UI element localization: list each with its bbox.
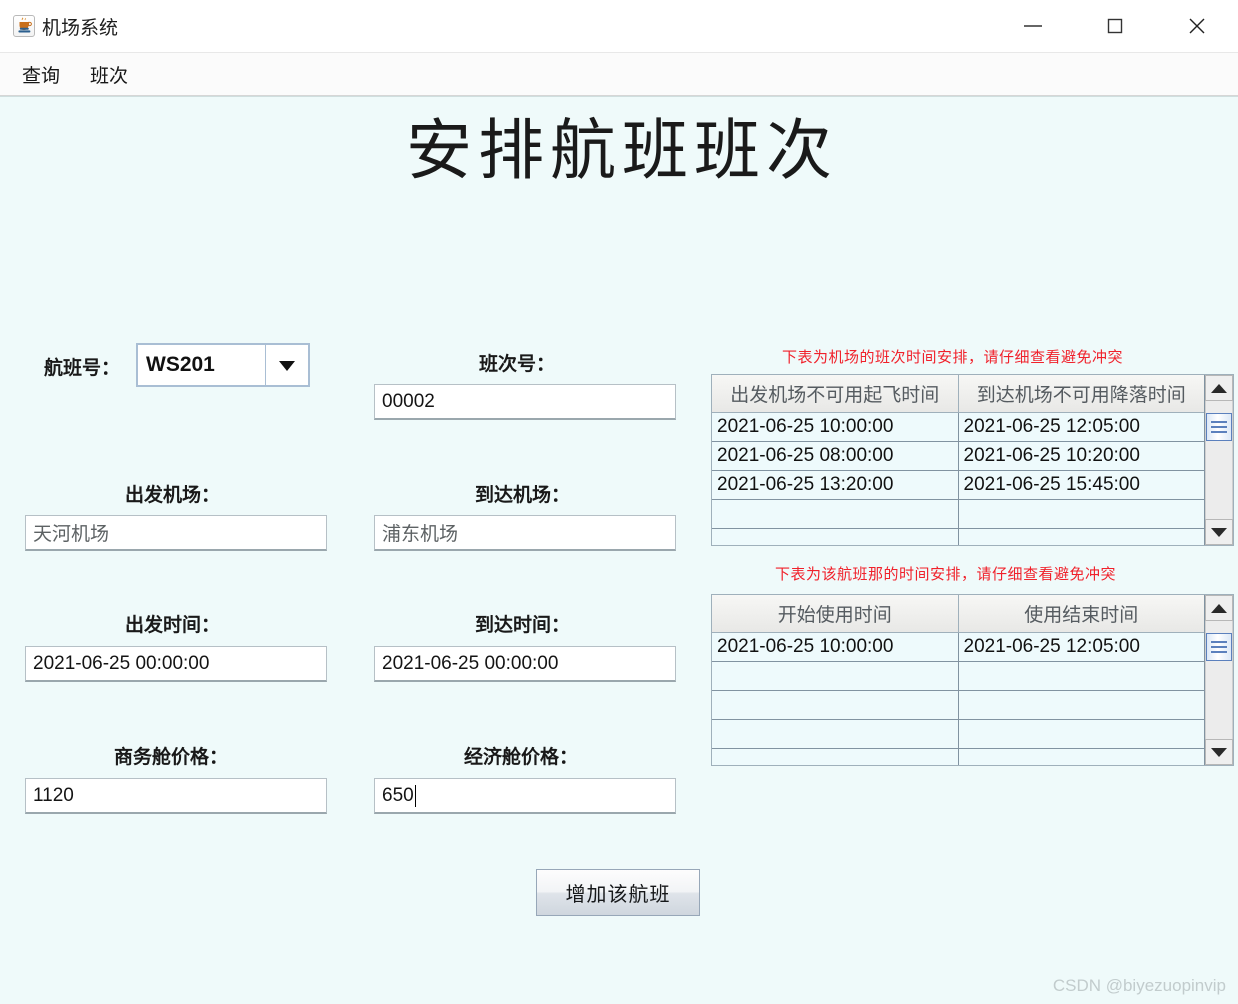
add-flight-button[interactable]: 增加该航班 [536,869,700,916]
airport-table-scrollbar[interactable] [1204,375,1233,545]
business-price-input[interactable]: 1120 [25,778,327,814]
flight-no-combobox[interactable]: WS201 [136,343,310,387]
cell-departure-unavailable: 2021-06-25 13:20:00 [712,471,959,500]
column-header-use-start[interactable]: 开始使用时间 [712,595,959,633]
flight-schedule-table-header: 开始使用时间 使用结束时间 [712,595,1204,633]
title-bar-left: 机场系统 [0,13,118,40]
scrollbar-grip-line [1211,646,1227,648]
triangle-up-icon[interactable] [1205,375,1233,401]
departure-airport-label: 出发机场： [125,480,220,507]
cell-use-start [712,720,959,749]
schedule-no-input[interactable]: 00002 [374,384,676,420]
cell-arrival-unavailable: 2021-06-25 15:45:00 [959,471,1205,500]
cell-arrival-unavailable: 2021-06-25 12:05:00 [959,413,1205,442]
scrollbar-thumb[interactable] [1206,413,1232,441]
cell-use-start [712,662,959,691]
window-title: 机场系统 [42,13,118,40]
scrollbar-grip-line [1211,426,1227,428]
table-row[interactable] [712,720,1204,749]
main-content: 安排航班班次 航班号： WS201 班次号： 00002 出发机场： 天河机场 … [0,96,1238,1004]
flight-schedule-table[interactable]: 开始使用时间 使用结束时间 2021-06-25 10:00:00 2021-0… [711,594,1234,766]
table-row[interactable] [712,749,1204,766]
java-coffee-cup-icon [13,15,35,37]
economy-price-input[interactable]: 650 [374,778,676,814]
table-row[interactable] [712,500,1204,529]
cell-use-end: 2021-06-25 12:05:00 [959,633,1205,662]
cell-use-end [959,691,1205,720]
cell-arrival-unavailable: 2021-06-25 10:20:00 [959,442,1205,471]
minimize-button[interactable] [992,0,1074,52]
arrival-time-input[interactable]: 2021-06-25 00:00:00 [374,646,676,682]
table-row[interactable] [712,662,1204,691]
scrollbar-grip-line [1211,431,1227,433]
maximize-button[interactable] [1074,0,1156,52]
menu-item-query[interactable]: 查询 [11,58,71,91]
scrollbar-track[interactable] [1205,401,1233,519]
table-row[interactable]: 2021-06-25 13:20:00 2021-06-25 15:45:00 [712,471,1204,500]
cell-use-start [712,749,959,766]
cell-departure-unavailable [712,500,959,529]
table-row[interactable] [712,691,1204,720]
triangle-up-icon[interactable] [1205,595,1233,621]
triangle-down-icon[interactable] [1205,519,1233,545]
table-row[interactable]: 2021-06-25 10:00:00 2021-06-25 12:05:00 [712,413,1204,442]
page-title: 安排航班班次 [0,115,1238,188]
airport-schedule-table-body: 出发机场不可用起飞时间 到达机场不可用降落时间 2021-06-25 10:00… [712,375,1204,545]
departure-time-input[interactable]: 2021-06-25 00:00:00 [25,646,327,682]
column-header-use-end[interactable]: 使用结束时间 [959,595,1205,633]
scrollbar-grip-line [1211,651,1227,653]
column-header-arrival-unavailable[interactable]: 到达机场不可用降落时间 [959,375,1205,413]
cell-departure-unavailable: 2021-06-25 08:00:00 [712,442,959,471]
scrollbar-grip-line [1211,421,1227,423]
scrollbar-grip-line [1211,641,1227,643]
flight-schedule-table-body: 开始使用时间 使用结束时间 2021-06-25 10:00:00 2021-0… [712,595,1204,765]
text-caret [415,785,416,807]
cell-arrival-unavailable [959,529,1205,546]
application-window: 机场系统 查询 班次 安排航班班次 航班号： WS201 [0,0,1238,1004]
cell-departure-unavailable: 2021-06-25 10:00:00 [712,413,959,442]
close-button[interactable] [1156,0,1238,52]
arrival-airport-input[interactable]: 浦东机场 [374,515,676,551]
departure-time-label: 出发时间： [125,610,220,637]
table-row[interactable]: 2021-06-25 10:00:00 2021-06-25 12:05:00 [712,633,1204,662]
cell-use-start [712,691,959,720]
schedule-no-label: 班次号： [479,349,555,376]
menu-item-schedule[interactable]: 班次 [79,58,139,91]
business-price-label: 商务舱价格： [114,742,228,769]
arrival-time-label: 到达时间： [475,610,570,637]
scrollbar-thumb[interactable] [1206,633,1232,661]
flight-table-hint: 下表为该航班那的时间安排，请仔细查看避免冲突 [775,563,1116,584]
economy-price-value: 650 [382,785,414,807]
cell-departure-unavailable [712,529,959,546]
cell-use-end [959,720,1205,749]
menu-bar: 查询 班次 [0,53,1238,96]
departure-airport-input[interactable]: 天河机场 [25,515,327,551]
cell-use-end [959,749,1205,766]
cell-use-end [959,662,1205,691]
flight-no-label: 航班号： [44,353,120,380]
table-row[interactable]: 2021-06-25 08:00:00 2021-06-25 10:20:00 [712,442,1204,471]
triangle-down-icon[interactable] [1205,739,1233,765]
airport-schedule-table-header: 出发机场不可用起飞时间 到达机场不可用降落时间 [712,375,1204,413]
column-header-departure-unavailable[interactable]: 出发机场不可用起飞时间 [712,375,959,413]
arrival-airport-label: 到达机场： [475,480,570,507]
airport-table-hint: 下表为机场的班次时间安排，请仔细查看避免冲突 [782,346,1123,367]
economy-price-label: 经济舱价格： [464,742,578,769]
scrollbar-track[interactable] [1205,621,1233,739]
chevron-down-icon[interactable] [266,345,308,385]
flight-table-scrollbar[interactable] [1204,595,1233,765]
cell-use-start: 2021-06-25 10:00:00 [712,633,959,662]
watermark: CSDN @biyezuopinvip [1053,976,1226,996]
window-controls [992,0,1238,52]
flight-no-combobox-value[interactable]: WS201 [138,345,266,385]
table-row[interactable] [712,529,1204,546]
cell-arrival-unavailable [959,500,1205,529]
airport-schedule-table[interactable]: 出发机场不可用起飞时间 到达机场不可用降落时间 2021-06-25 10:00… [711,374,1234,546]
title-bar: 机场系统 [0,0,1238,53]
